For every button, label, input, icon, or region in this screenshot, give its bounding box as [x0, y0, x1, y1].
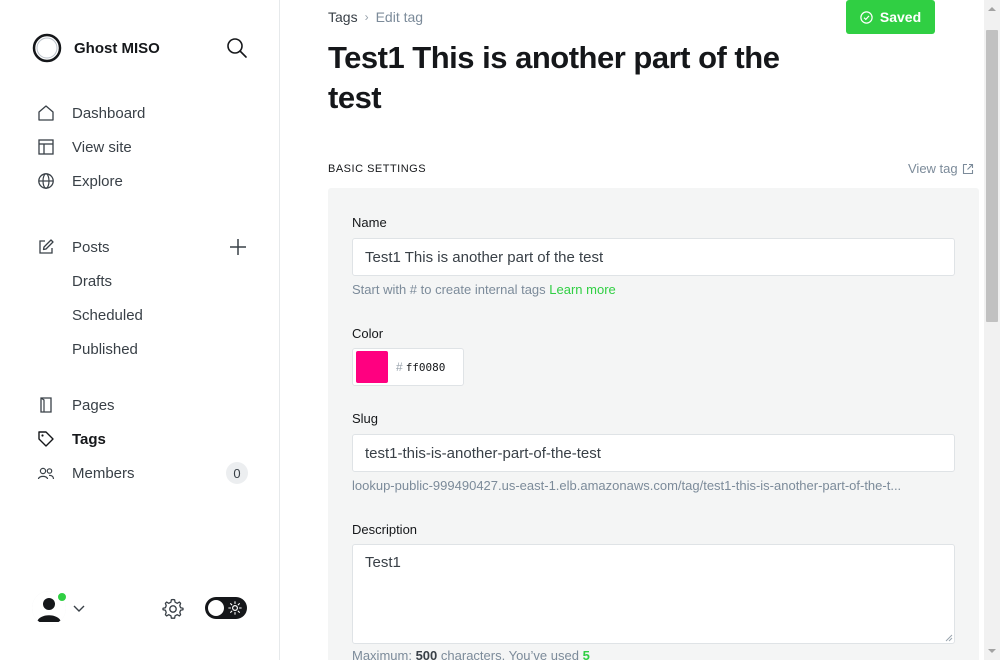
layout-icon — [36, 137, 56, 157]
add-post-icon[interactable] — [228, 237, 248, 257]
nav-item-label: Tags — [72, 430, 106, 448]
gear-icon[interactable] — [161, 597, 185, 621]
saved-button[interactable]: Saved — [846, 0, 935, 34]
chevron-down-icon[interactable] — [72, 601, 86, 615]
nav-item-tags[interactable]: Tags — [36, 422, 256, 456]
nav-item-label: View site — [72, 138, 132, 156]
scrollbar-thumb[interactable] — [986, 30, 998, 322]
description-text: Test1 — [365, 554, 401, 571]
saved-button-label: Saved — [879, 9, 922, 25]
learn-more-link[interactable]: Learn more — [549, 282, 615, 297]
brand[interactable]: Ghost MISO — [32, 33, 160, 63]
name-hint-text: Start with # to create internal tags — [352, 282, 546, 297]
nav-item-label: Pages — [72, 396, 115, 414]
nav-posts: Posts Drafts Scheduled Published — [36, 230, 256, 366]
ghost-logo-icon — [32, 33, 62, 63]
color-label: Color — [352, 326, 384, 341]
sun-icon — [228, 601, 242, 615]
tag-icon — [36, 429, 56, 449]
breadcrumb: Tags › Edit tag — [328, 9, 423, 25]
members-count-badge: 0 — [226, 462, 248, 484]
count-used: 5 — [582, 648, 590, 660]
count-mid: characters. You’ve used — [440, 648, 579, 660]
nav-item-label: Dashboard — [72, 104, 146, 122]
hash-prefix: # — [396, 360, 403, 374]
nav-item-label: Posts — [72, 238, 110, 256]
nav-item-label: Scheduled — [72, 306, 143, 324]
nav-item-view-site[interactable]: View site — [36, 130, 256, 164]
sidebar: Ghost MISO Dashboard View site Explore P… — [0, 0, 280, 660]
count-prefix: Maximum: — [352, 648, 412, 660]
breadcrumb-tags-link[interactable]: Tags — [328, 9, 358, 25]
name-label: Name — [352, 215, 387, 230]
toggle-knob — [208, 600, 224, 616]
color-hex-input[interactable]: ff0080 — [406, 361, 446, 374]
check-circle-icon — [860, 10, 873, 24]
name-input[interactable]: Test1 This is another part of the test — [352, 238, 955, 276]
description-label: Description — [352, 522, 418, 537]
main-content: Tags › Edit tag Saved Test1 This is anot… — [281, 0, 984, 660]
nav-item-posts[interactable]: Posts — [36, 230, 256, 264]
description-textarea[interactable]: Test1 — [352, 544, 955, 644]
online-status-dot — [57, 592, 67, 602]
slug-input[interactable]: test1-this-is-another-part-of-the-test — [352, 434, 955, 472]
nav-item-drafts[interactable]: Drafts — [36, 264, 256, 298]
scroll-down-arrow-icon[interactable] — [988, 647, 996, 655]
nav-item-published[interactable]: Published — [36, 332, 256, 366]
count-max: 500 — [415, 648, 438, 660]
nav-item-label: Published — [72, 340, 138, 358]
breadcrumb-current: Edit tag — [375, 9, 424, 25]
nav-content: Pages Tags Members 0 — [36, 388, 256, 490]
external-link-icon — [962, 163, 973, 174]
slug-url: lookup-public-999490427.us-east-1.elb.am… — [352, 478, 902, 493]
search-icon[interactable] — [226, 37, 248, 59]
scrollbar[interactable] — [984, 0, 1000, 660]
home-icon — [36, 103, 56, 123]
page-title: Test1 This is another part of the test — [328, 40, 780, 115]
nav-item-pages[interactable]: Pages — [36, 388, 256, 422]
edit-icon — [36, 237, 56, 257]
color-swatch[interactable] — [356, 351, 388, 383]
members-icon — [36, 463, 56, 483]
brand-name: Ghost MISO — [74, 39, 160, 57]
globe-icon — [36, 171, 56, 191]
basic-settings-panel: Name Test1 This is another part of the t… — [328, 188, 979, 660]
resize-handle-icon[interactable] — [945, 634, 953, 642]
scroll-up-arrow-icon[interactable] — [988, 5, 996, 13]
name-hint: Start with # to create internal tags Lea… — [352, 282, 616, 297]
color-input: # ff0080 — [352, 348, 464, 386]
section-heading: BASIC SETTINGS — [328, 163, 427, 175]
nav-item-label: Members — [72, 464, 135, 482]
character-count: Maximum: 500 characters. You’ve used 5 — [352, 648, 590, 660]
nav-item-members[interactable]: Members 0 — [36, 456, 256, 490]
theme-toggle[interactable] — [205, 597, 247, 619]
view-tag-label: View tag — [908, 161, 958, 176]
page-icon — [36, 395, 56, 415]
nav-item-scheduled[interactable]: Scheduled — [36, 298, 256, 332]
nav-main: Dashboard View site Explore — [36, 96, 256, 198]
view-tag-link[interactable]: View tag — [908, 161, 974, 176]
nav-item-explore[interactable]: Explore — [36, 164, 256, 198]
nav-item-dashboard[interactable]: Dashboard — [36, 96, 256, 130]
breadcrumb-separator-icon: › — [364, 10, 369, 24]
slug-label: Slug — [352, 411, 379, 426]
nav-item-label: Explore — [72, 172, 123, 190]
nav-item-label: Drafts — [72, 272, 113, 290]
